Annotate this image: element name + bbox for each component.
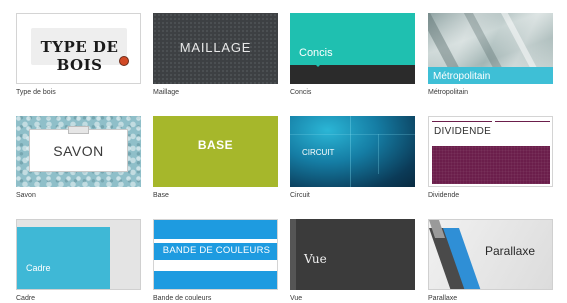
thumbnail-title: Cadre bbox=[26, 263, 51, 273]
theme-caption: Vue bbox=[290, 295, 303, 302]
theme-caption: Parallaxe bbox=[428, 295, 458, 302]
thumbnail-title: Concis bbox=[299, 47, 333, 59]
theme-thumbnail[interactable]: Métropolitain bbox=[428, 13, 553, 84]
color-bar bbox=[154, 220, 277, 239]
theme-thumbnail[interactable]: DIVIDENDE bbox=[428, 116, 553, 187]
theme-caption: Savon bbox=[16, 192, 36, 199]
theme-thumbnail[interactable]: TYPE DE BOIS bbox=[16, 13, 141, 84]
theme-caption: Maillage bbox=[153, 89, 180, 96]
theme-caption: Circuit bbox=[290, 192, 310, 199]
theme-caption: Base bbox=[153, 192, 169, 199]
theme-caption: Bande de couleurs bbox=[153, 295, 212, 302]
theme-thumbnail[interactable]: BASE bbox=[153, 116, 278, 187]
theme-thumbnail[interactable]: MAILLAGE bbox=[153, 13, 278, 84]
thumbnail-title: DIVIDENDE bbox=[434, 126, 492, 137]
side-strip bbox=[290, 219, 296, 290]
theme-caption: Type de bois bbox=[16, 89, 56, 96]
thumbnail-title: BANDE DE COULEURS bbox=[162, 245, 271, 256]
thumbnail-title: Vue bbox=[304, 252, 327, 266]
theme-thumbnail[interactable]: BANDE DE COULEURS bbox=[153, 219, 278, 290]
color-panel bbox=[17, 227, 110, 289]
circuit-trace bbox=[290, 134, 415, 135]
divider-rule bbox=[495, 121, 550, 122]
theme-caption: Métropolitain bbox=[428, 89, 469, 96]
circuit-trace bbox=[378, 134, 379, 174]
thumbnail-title: BASE bbox=[197, 138, 234, 152]
notch bbox=[314, 63, 322, 67]
theme-thumbnail[interactable]: SAVON bbox=[16, 116, 141, 187]
theme-gallery: TYPE DE BOIS Type de bois MAILLAGE Maill… bbox=[0, 0, 567, 303]
theme-caption: Concis bbox=[290, 89, 312, 96]
theme-thumbnail[interactable]: CIRCUIT bbox=[290, 116, 415, 187]
theme-caption: Cadre bbox=[16, 295, 36, 302]
thumbnail-title: MAILLAGE bbox=[179, 40, 252, 55]
thumbnail-title: Métropolitain bbox=[433, 71, 491, 82]
circuit-trace bbox=[350, 116, 351, 187]
theme-thumbnail[interactable]: Vue bbox=[290, 219, 415, 290]
thumbnail-title: Parallaxe bbox=[485, 244, 536, 258]
thumbnail-title: CIRCUIT bbox=[302, 148, 335, 157]
dark-band bbox=[290, 65, 415, 84]
theme-thumbnail[interactable]: Parallaxe bbox=[428, 219, 553, 290]
thumbnail-title: SAVON bbox=[53, 143, 104, 159]
theme-caption: Dividende bbox=[428, 192, 460, 199]
theme-thumbnail[interactable]: Concis bbox=[290, 13, 415, 84]
wood-knot-dot bbox=[119, 56, 129, 66]
theme-thumbnail[interactable]: Cadre bbox=[16, 219, 141, 290]
textured-block bbox=[432, 146, 550, 184]
divider-rule bbox=[432, 121, 492, 122]
color-bar bbox=[154, 271, 277, 289]
card-tab bbox=[68, 126, 89, 134]
